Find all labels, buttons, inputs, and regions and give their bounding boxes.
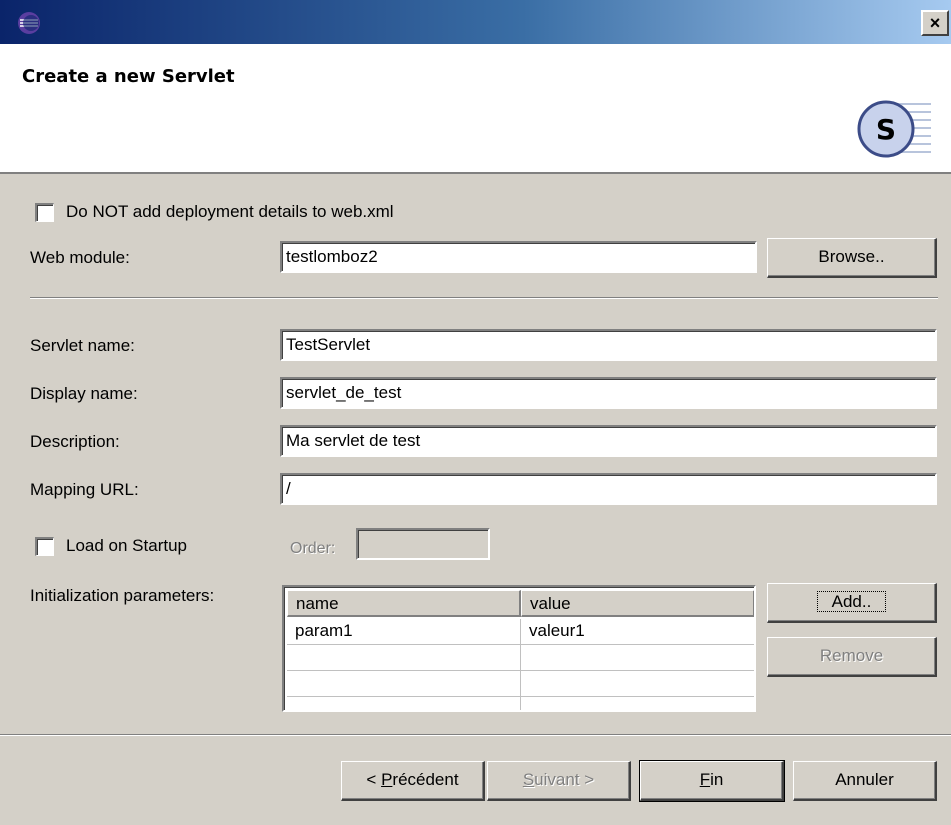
eclipse-app-icon: [18, 12, 40, 34]
table-cell[interactable]: [521, 645, 754, 671]
remove-button[interactable]: Remove: [767, 637, 937, 677]
table-cell[interactable]: param1: [287, 619, 521, 645]
window-title-bar: [0, 0, 951, 44]
add-button[interactable]: Add..: [767, 583, 937, 623]
table-cell[interactable]: [521, 697, 754, 710]
column-header-value[interactable]: value: [521, 590, 754, 617]
wizard-banner: [0, 44, 951, 174]
finish-mnemonic: F: [699, 770, 711, 789]
table-cell[interactable]: [521, 671, 754, 697]
description-field[interactable]: Ma servlet de test: [280, 425, 937, 457]
table-cell[interactable]: [287, 697, 521, 710]
servlet-name-field[interactable]: TestServlet: [280, 329, 937, 361]
next-button[interactable]: Suivant >: [487, 761, 631, 801]
previous-mnemonic: P: [381, 770, 393, 789]
load-on-startup-label: Load on Startup: [66, 536, 187, 555]
display-name-field[interactable]: servlet_de_test: [280, 377, 937, 409]
close-button[interactable]: ×: [921, 10, 949, 36]
previous-rest: récédent: [392, 770, 459, 789]
order-label: Order:: [290, 540, 336, 557]
description-label: Description:: [30, 432, 120, 451]
init-params-label: Initialization parameters:: [30, 586, 215, 605]
web-module-label: Web module:: [30, 248, 130, 267]
footer-separator: [0, 734, 951, 736]
previous-prefix: <: [366, 770, 382, 789]
svg-text:S: S: [876, 113, 896, 146]
table-cell[interactable]: valeur1: [521, 619, 754, 645]
no-deploy-checkbox[interactable]: [35, 203, 54, 222]
column-header-name[interactable]: name: [287, 590, 521, 617]
servlet-name-label: Servlet name:: [30, 336, 135, 355]
table-cell[interactable]: [287, 645, 521, 671]
servlet-icon: S: [857, 100, 931, 158]
next-rest: uivant >: [534, 770, 595, 789]
no-deploy-label: Do NOT add deployment details to web.xml: [66, 202, 394, 221]
load-on-startup-checkbox[interactable]: [35, 537, 54, 556]
web-module-field[interactable]: testlomboz2: [280, 241, 757, 273]
cancel-button[interactable]: Annuler: [793, 761, 937, 801]
mapping-url-field[interactable]: /: [280, 473, 937, 505]
separator: [30, 297, 938, 299]
finish-button[interactable]: Fin: [639, 760, 785, 802]
browse-button[interactable]: Browse..: [767, 238, 937, 278]
add-button-label: Add..: [816, 591, 887, 612]
next-mnemonic: S: [522, 770, 535, 789]
finish-rest: in: [710, 770, 724, 789]
previous-button[interactable]: < Précédent: [341, 761, 485, 801]
display-name-label: Display name:: [30, 384, 138, 403]
init-params-table[interactable]: name value param1 valeur1: [282, 585, 756, 712]
mapping-url-label: Mapping URL:: [30, 480, 139, 499]
table-cell[interactable]: [287, 671, 521, 697]
order-field[interactable]: [356, 528, 490, 560]
page-title: Create a new Servlet: [22, 66, 235, 87]
